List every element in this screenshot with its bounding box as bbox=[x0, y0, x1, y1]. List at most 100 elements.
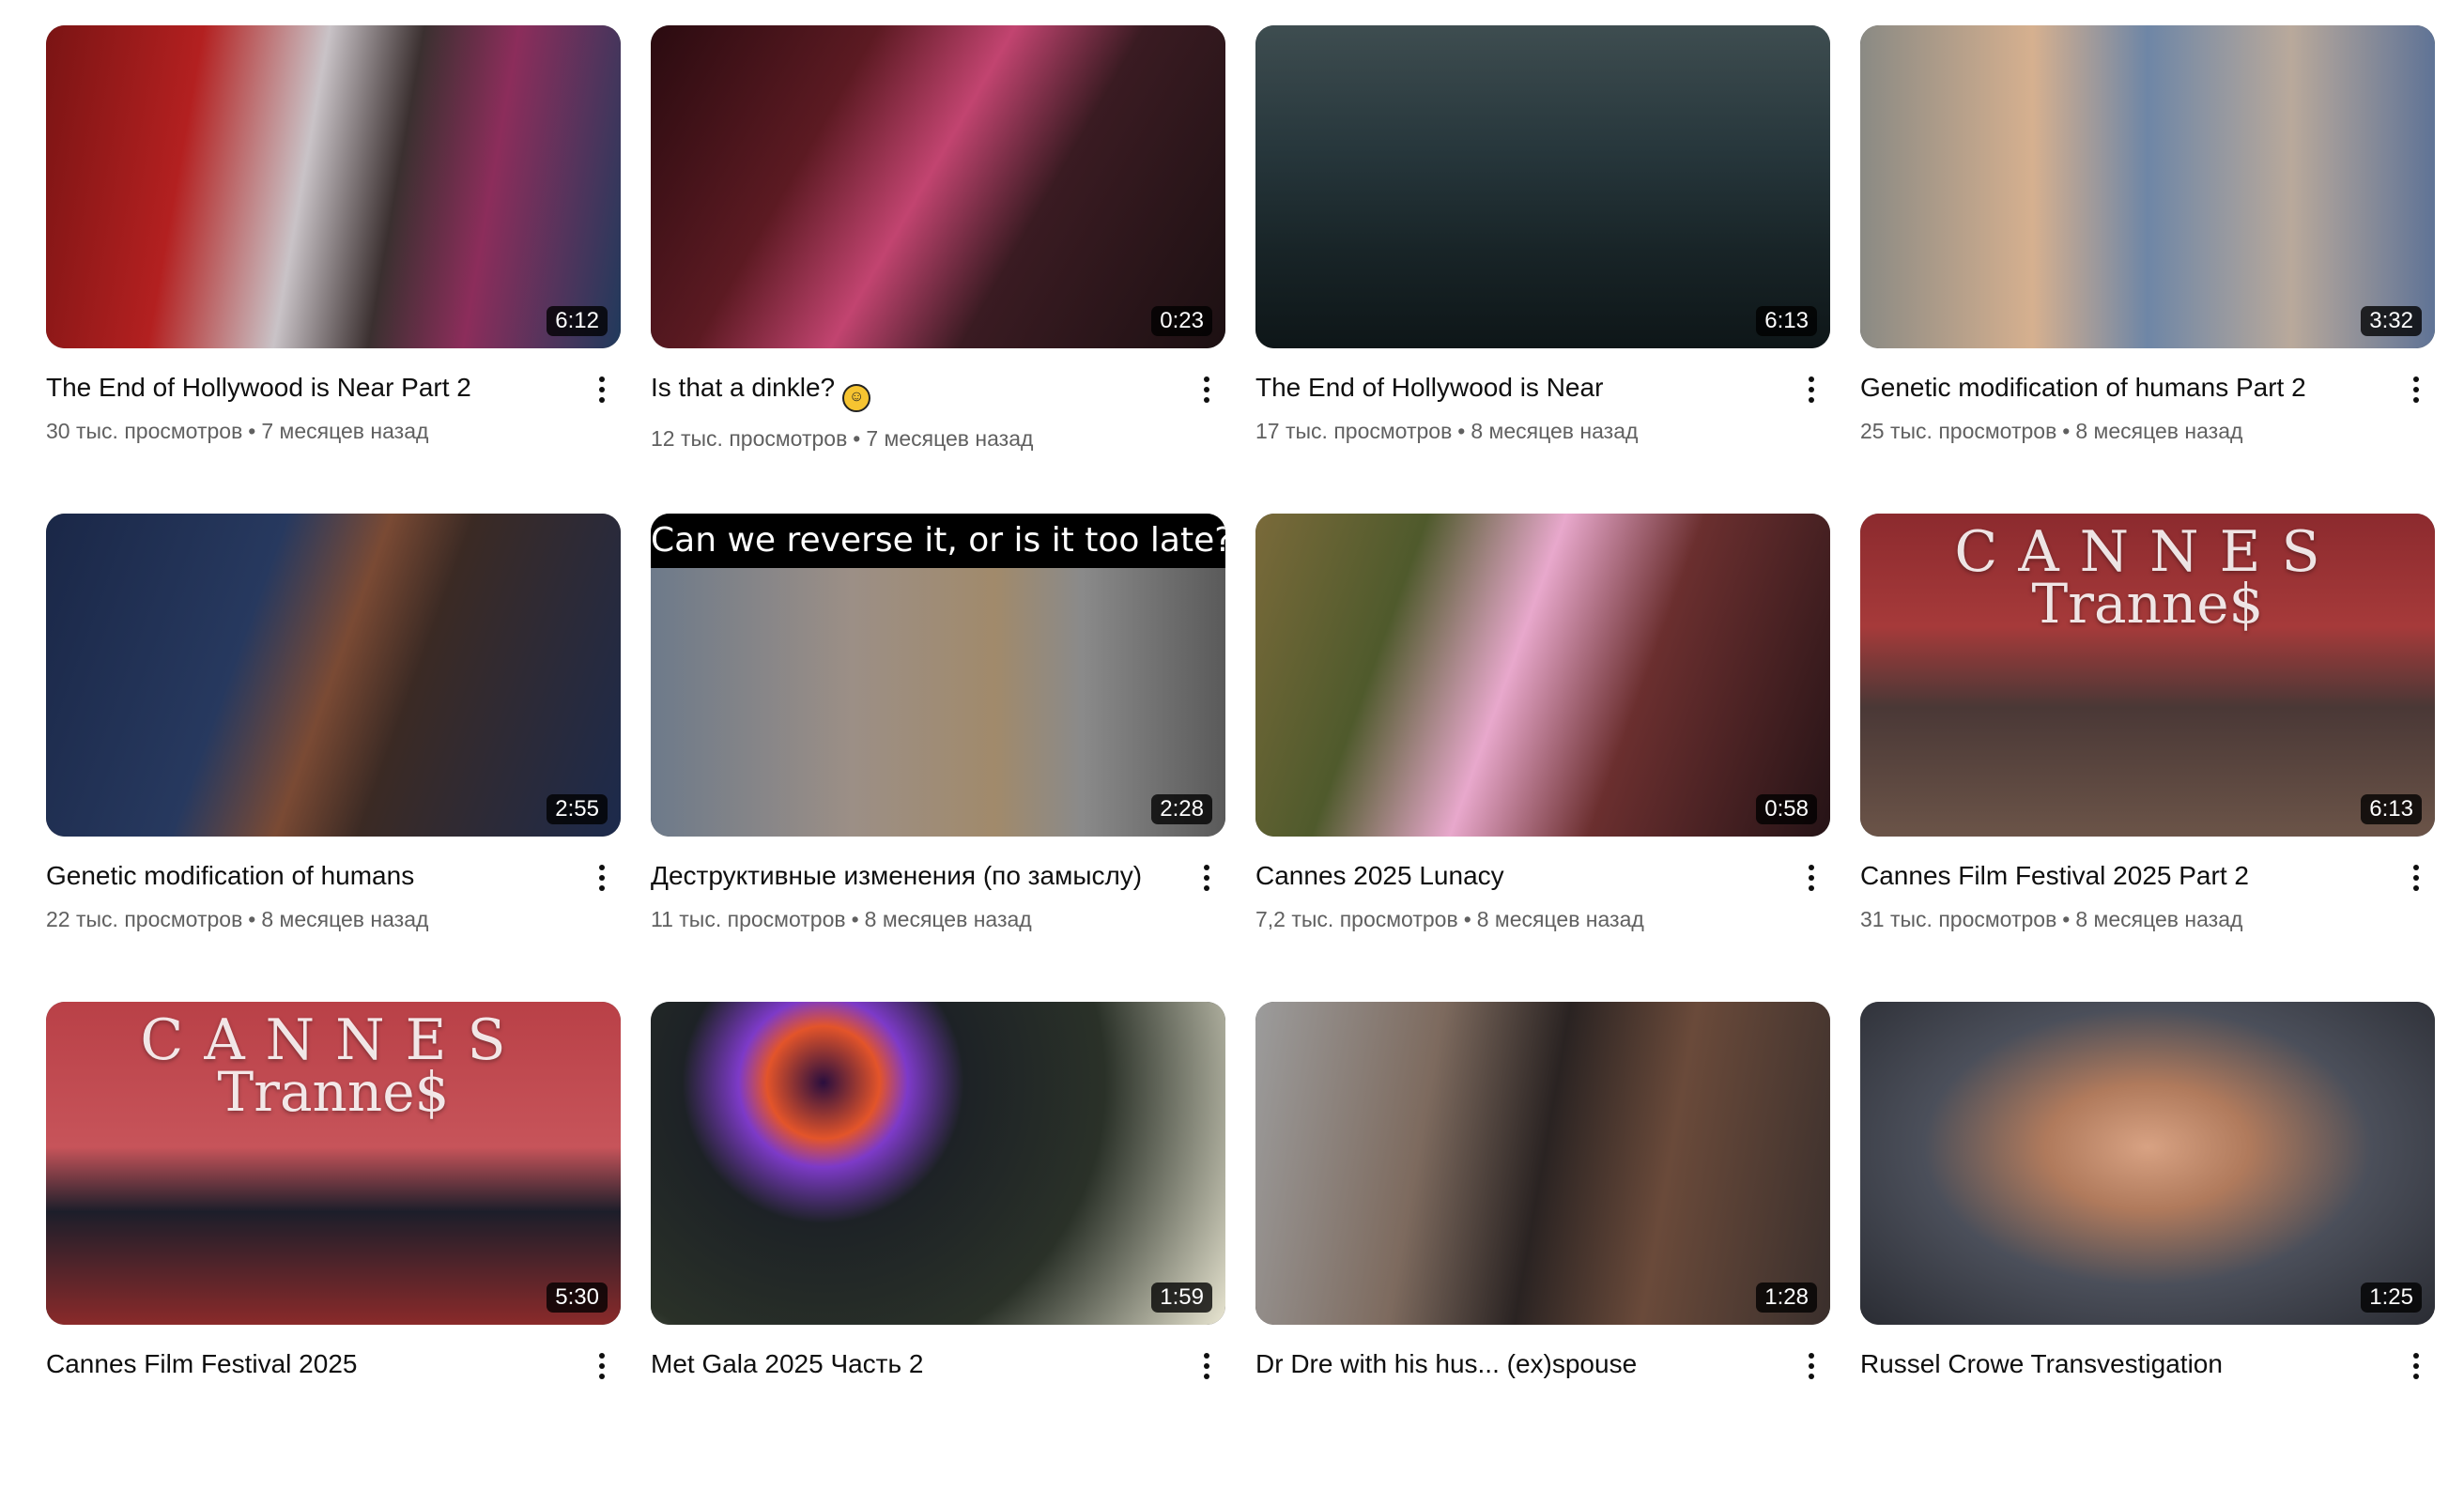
more-actions-icon[interactable] bbox=[2397, 859, 2435, 897]
video-card[interactable]: 1:59 Met Gala 2025 Часть 2 • bbox=[651, 1002, 1225, 1490]
stats-separator: • bbox=[248, 419, 256, 443]
video-duration: 2:55 bbox=[547, 794, 608, 824]
more-actions-icon[interactable] bbox=[1793, 859, 1830, 897]
thumbnail-image bbox=[651, 25, 1225, 348]
video-duration: 2:28 bbox=[1151, 794, 1212, 824]
video-card[interactable]: CANNES Tranne$ 6:13 Cannes Film Festival… bbox=[1860, 514, 2435, 1002]
video-title[interactable]: Met Gala 2025 Часть 2 bbox=[651, 1347, 1178, 1381]
thumbnail-caption: Can we reverse it, or is it too late? bbox=[651, 514, 1225, 568]
video-thumbnail[interactable]: 0:58 bbox=[1255, 514, 1830, 837]
more-actions-icon[interactable] bbox=[1188, 859, 1225, 897]
video-thumbnail[interactable]: Can we reverse it, or is it too late? 2:… bbox=[651, 514, 1225, 837]
video-card[interactable]: 2:55 Genetic modification of humans 22 т… bbox=[46, 514, 621, 1002]
video-meta: Cannes Film Festival 2025 Part 2 31 тыс.… bbox=[1860, 837, 2435, 934]
video-title[interactable]: Dr Dre with his hus... (ex)spouse bbox=[1255, 1347, 1783, 1381]
video-card[interactable]: 0:23 Is that a dinkle? ☺ 12 тыс. просмотр… bbox=[651, 25, 1225, 514]
view-count: 31 тыс. просмотров bbox=[1860, 907, 2057, 931]
thumbnail-image bbox=[46, 514, 621, 837]
video-thumbnail[interactable]: 6:13 bbox=[1255, 25, 1830, 348]
video-card[interactable]: 6:12 The End of Hollywood is Near Part 2… bbox=[46, 25, 621, 514]
video-card[interactable]: Can we reverse it, or is it too late? 2:… bbox=[651, 514, 1225, 1002]
view-count: 25 тыс. просмотров bbox=[1860, 419, 2057, 443]
upload-age: 8 месяцев назад bbox=[2075, 907, 2243, 931]
upload-age: 7 месяцев назад bbox=[866, 426, 1034, 451]
thumbnail-image bbox=[1255, 1002, 1830, 1325]
video-grid: 6:12 The End of Hollywood is Near Part 2… bbox=[46, 25, 2435, 1490]
video-stats: 11 тыс. просмотров • 8 месяцев назад bbox=[651, 904, 1178, 934]
video-meta: Genetic modification of humans Part 2 25… bbox=[1860, 348, 2435, 446]
upload-age: 7 месяцев назад bbox=[261, 419, 429, 443]
video-meta: Is that a dinkle? ☺ 12 тыс. просмотров • 7 … bbox=[651, 348, 1225, 453]
more-actions-icon[interactable] bbox=[583, 859, 621, 897]
video-thumbnail[interactable]: CANNES Tranne$ 5:30 bbox=[46, 1002, 621, 1325]
video-card[interactable]: 6:13 The End of Hollywood is Near 17 тыс… bbox=[1255, 25, 1830, 514]
video-card[interactable]: 0:58 Cannes 2025 Lunacy 7,2 тыс. просмот… bbox=[1255, 514, 1830, 1002]
thumbnail-image bbox=[1860, 1002, 2435, 1325]
video-thumbnail[interactable]: 3:32 bbox=[1860, 25, 2435, 348]
stats-separator: • bbox=[2062, 907, 2071, 931]
video-thumbnail[interactable]: CANNES Tranne$ 6:13 bbox=[1860, 514, 2435, 837]
video-title[interactable]: The End of Hollywood is Near bbox=[1255, 371, 1783, 405]
video-title[interactable]: Cannes Film Festival 2025 bbox=[46, 1347, 574, 1381]
more-actions-icon[interactable] bbox=[1793, 371, 1830, 408]
video-stats: 22 тыс. просмотров • 8 месяцев назад bbox=[46, 904, 574, 934]
video-title[interactable]: Деструктивные изменения (по замыслу) bbox=[651, 859, 1178, 893]
video-thumbnail[interactable]: 0:23 bbox=[651, 25, 1225, 348]
more-actions-icon[interactable] bbox=[1188, 1347, 1225, 1385]
more-actions-icon[interactable] bbox=[583, 371, 621, 408]
video-thumbnail[interactable]: 1:25 bbox=[1860, 1002, 2435, 1325]
video-stats: 7,2 тыс. просмотров • 8 месяцев назад bbox=[1255, 904, 1783, 934]
video-duration: 6:13 bbox=[1756, 306, 1817, 336]
view-count: 12 тыс. просмотров bbox=[651, 426, 848, 451]
video-thumbnail[interactable]: 2:55 bbox=[46, 514, 621, 837]
video-thumbnail[interactable]: 6:12 bbox=[46, 25, 621, 348]
video-meta: Деструктивные изменения (по замыслу) 11 … bbox=[651, 837, 1225, 934]
video-meta: Russel Crowe Transvestigation • bbox=[1860, 1325, 2435, 1422]
video-stats: 17 тыс. просмотров • 8 месяцев назад bbox=[1255, 416, 1783, 446]
video-meta: Dr Dre with his hus... (ex)spouse • bbox=[1255, 1325, 1830, 1422]
thumbnail-image bbox=[1255, 514, 1830, 837]
video-title[interactable]: Russel Crowe Transvestigation bbox=[1860, 1347, 2388, 1381]
view-count: 30 тыс. просмотров bbox=[46, 419, 243, 443]
video-thumbnail[interactable]: 1:59 bbox=[651, 1002, 1225, 1325]
thumbnail-overlay-title: Tranne$ bbox=[2031, 572, 2264, 636]
video-meta: Met Gala 2025 Часть 2 • bbox=[651, 1325, 1225, 1422]
more-actions-icon[interactable] bbox=[2397, 371, 2435, 408]
more-actions-icon[interactable] bbox=[2397, 1347, 2435, 1385]
video-duration: 3:32 bbox=[2361, 306, 2422, 336]
video-duration: 1:28 bbox=[1756, 1283, 1817, 1313]
thumbnail-image bbox=[1255, 25, 1830, 348]
video-meta: Cannes Film Festival 2025 • bbox=[46, 1325, 621, 1422]
video-stats: 12 тыс. просмотров • 7 месяцев назад bbox=[651, 423, 1178, 453]
thumbnail-image bbox=[1860, 25, 2435, 348]
video-card[interactable]: 1:25 Russel Crowe Transvestigation • bbox=[1860, 1002, 2435, 1490]
video-meta: Genetic modification of humans 22 тыс. п… bbox=[46, 837, 621, 934]
video-meta: The End of Hollywood is Near Part 2 30 т… bbox=[46, 348, 621, 446]
video-duration: 5:30 bbox=[547, 1283, 608, 1313]
video-duration: 1:59 bbox=[1151, 1283, 1212, 1313]
video-duration: 0:23 bbox=[1151, 306, 1212, 336]
stats-separator: • bbox=[853, 426, 861, 451]
video-card[interactable]: 1:28 Dr Dre with his hus... (ex)spouse • bbox=[1255, 1002, 1830, 1490]
more-actions-icon[interactable] bbox=[583, 1347, 621, 1385]
video-title[interactable]: Genetic modification of humans bbox=[46, 859, 574, 893]
more-actions-icon[interactable] bbox=[1793, 1347, 1830, 1385]
view-count: 11 тыс. просмотров bbox=[651, 907, 846, 931]
video-card[interactable]: 3:32 Genetic modification of humans Part… bbox=[1860, 25, 2435, 514]
upload-age: 8 месяцев назад bbox=[1476, 907, 1644, 931]
upload-age: 8 месяцев назад bbox=[864, 907, 1032, 931]
thumbnail-image bbox=[46, 25, 621, 348]
video-stats: 31 тыс. просмотров • 8 месяцев назад bbox=[1860, 904, 2388, 934]
more-actions-icon[interactable] bbox=[1188, 371, 1225, 408]
video-stats: 25 тыс. просмотров • 8 месяцев назад bbox=[1860, 416, 2388, 446]
video-title[interactable]: Cannes 2025 Lunacy bbox=[1255, 859, 1783, 893]
video-title[interactable]: Genetic modification of humans Part 2 bbox=[1860, 371, 2388, 405]
upload-age: 8 месяцев назад bbox=[261, 907, 429, 931]
video-stats: 30 тыс. просмотров • 7 месяцев назад bbox=[46, 416, 574, 446]
video-thumbnail[interactable]: 1:28 bbox=[1255, 1002, 1830, 1325]
video-duration: 0:58 bbox=[1756, 794, 1817, 824]
video-title[interactable]: Is that a dinkle? ☺ bbox=[651, 371, 1178, 412]
video-title[interactable]: Cannes Film Festival 2025 Part 2 bbox=[1860, 859, 2388, 893]
video-title[interactable]: The End of Hollywood is Near Part 2 bbox=[46, 371, 574, 405]
video-card[interactable]: CANNES Tranne$ 5:30 Cannes Film Festival… bbox=[46, 1002, 621, 1490]
